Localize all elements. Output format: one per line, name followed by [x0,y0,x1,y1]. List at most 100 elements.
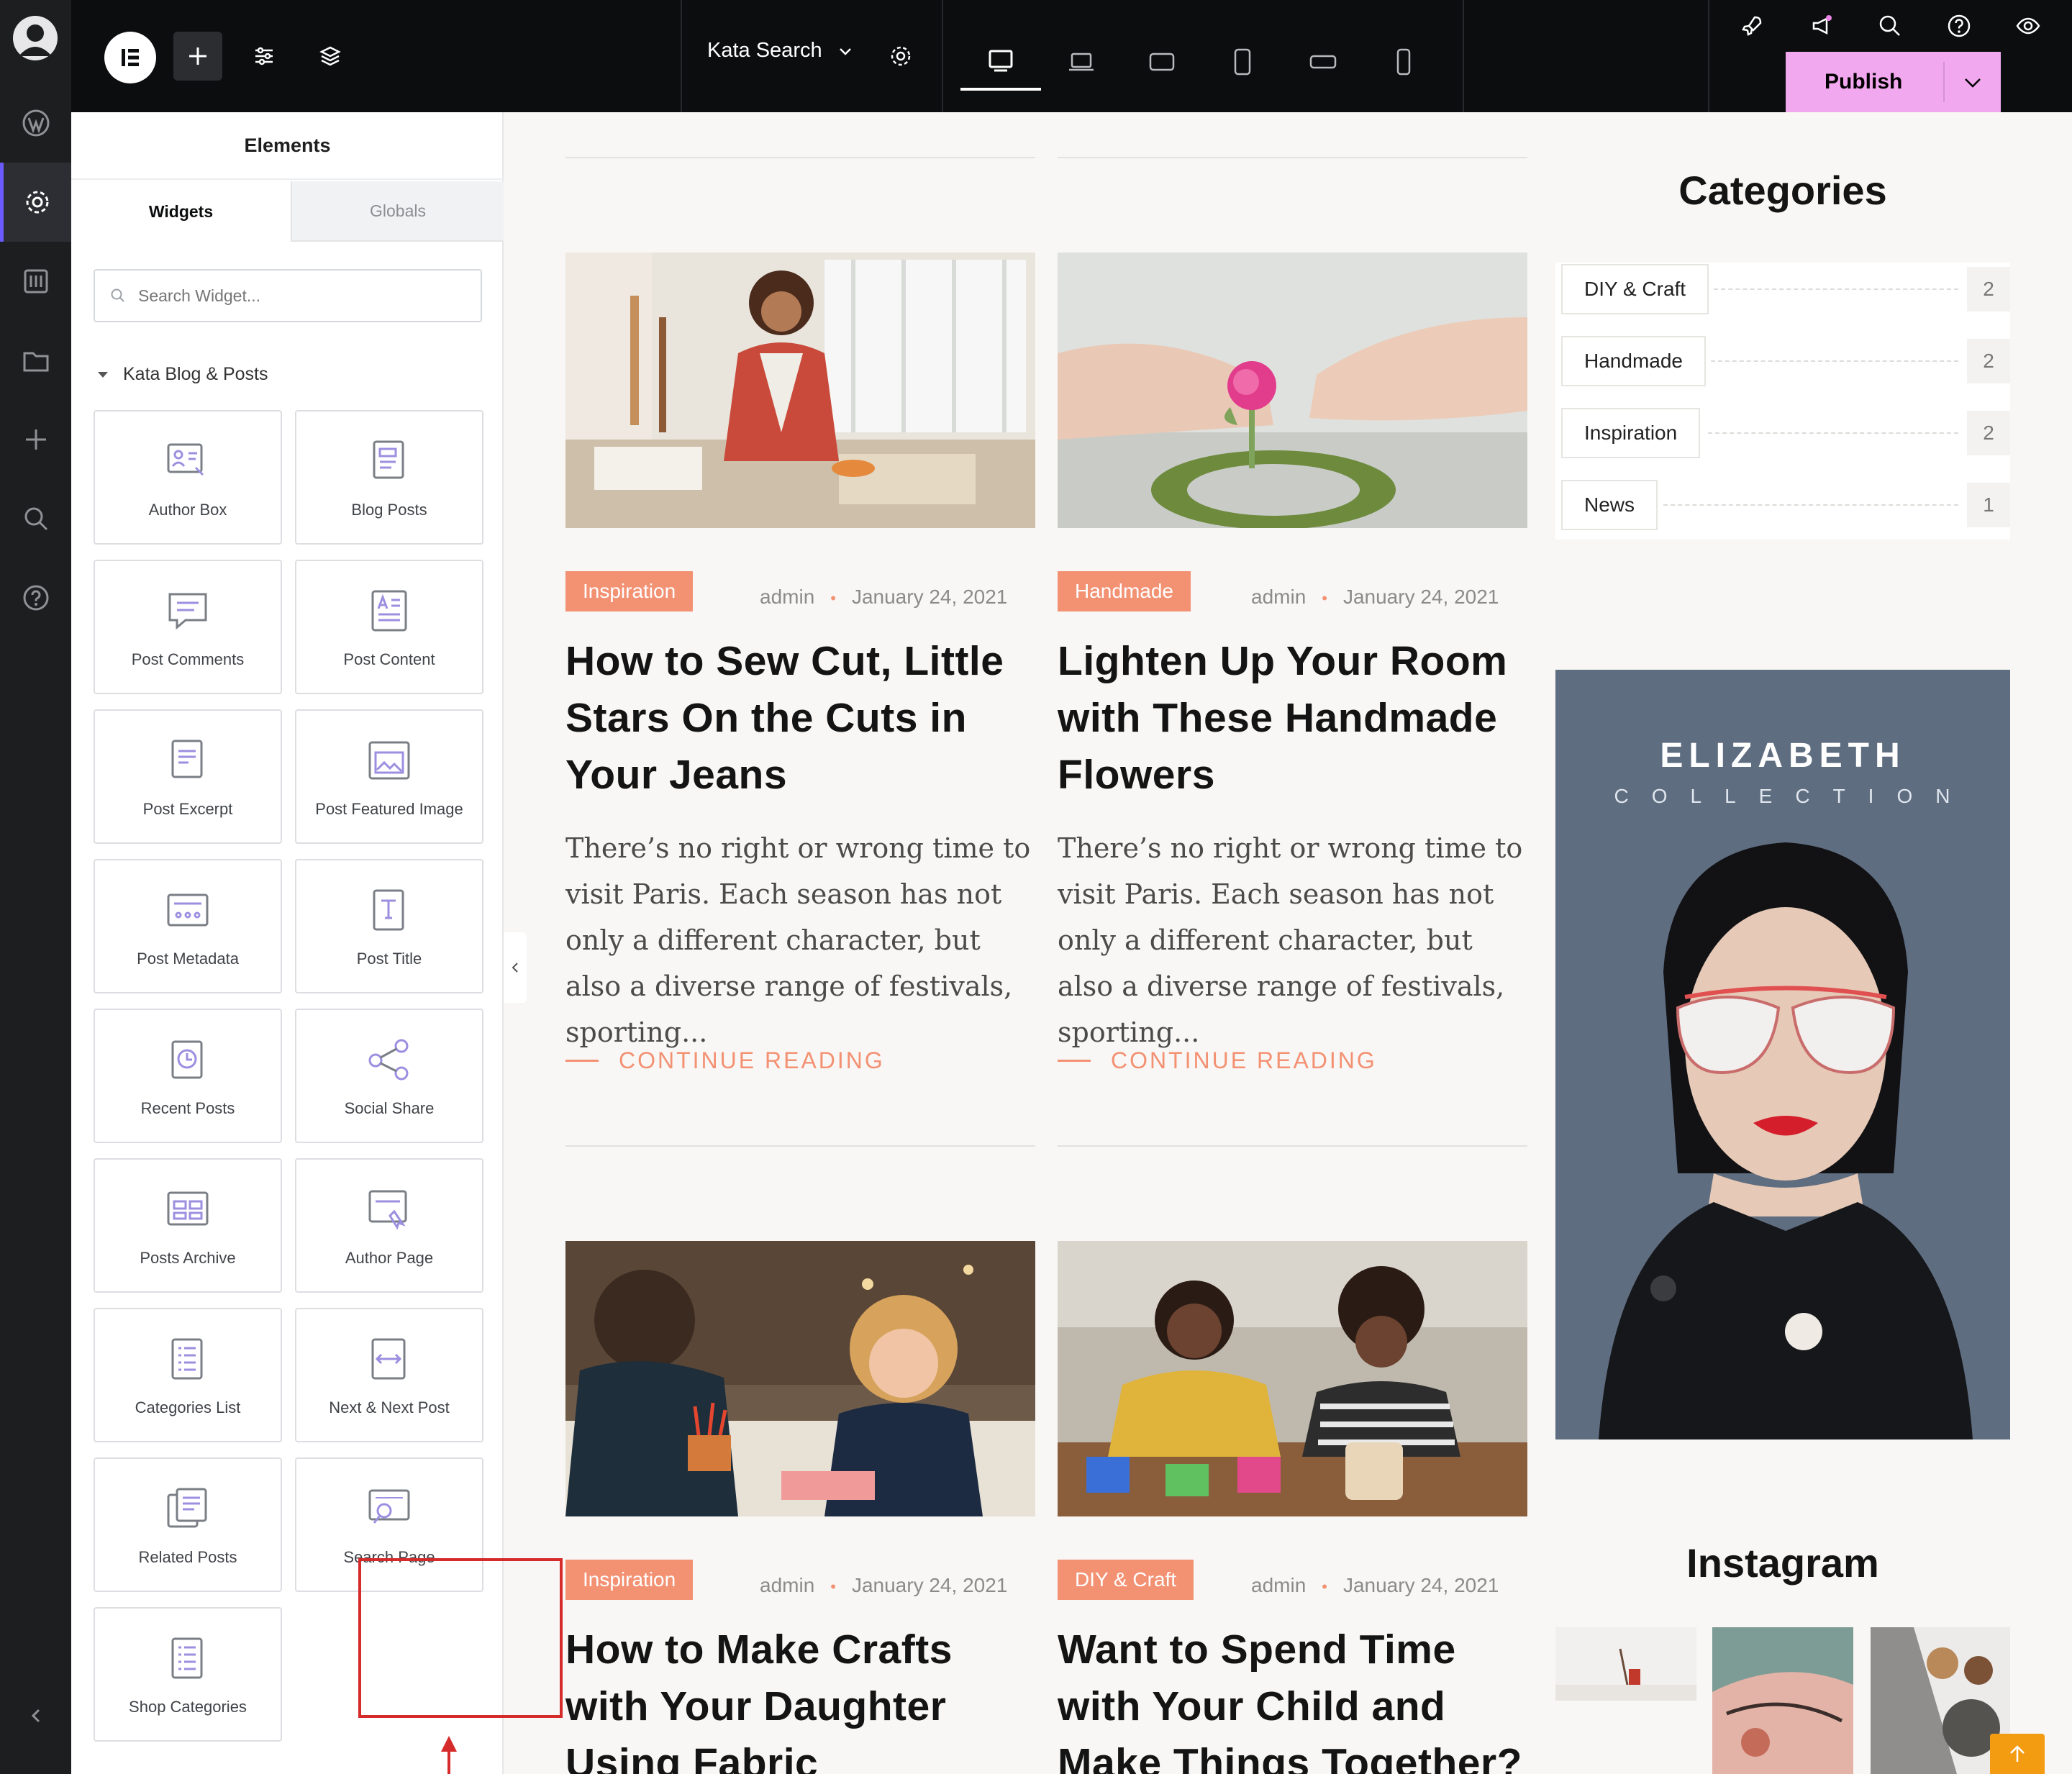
divider [1463,0,1464,112]
help-circle-icon[interactable] [1935,1,1984,50]
post-author[interactable]: admin [760,1574,814,1596]
widget-author-page[interactable]: Author Page [295,1158,483,1293]
categories-list: DIY & Craft 2 Handmade 2 Inspiration 2 N… [1555,263,2010,540]
structure-icon[interactable] [0,242,71,321]
shop-categories-icon [171,1637,203,1679]
instagram-photo[interactable] [1712,1627,1853,1774]
continue-reading-link[interactable]: CONTINUE READING [565,1047,885,1074]
caret-down-icon [98,371,108,378]
widget-label: Posts Archive [140,1249,236,1267]
widget-label: Recent Posts [140,1099,235,1117]
widget-label: Blog Posts [351,501,427,519]
tablet-portrait-view-icon[interactable] [1202,33,1283,91]
finder-search-icon[interactable] [1866,1,1914,50]
post-image[interactable] [1058,253,1527,528]
category-header[interactable]: Kata Blog & Posts [96,364,268,385]
widget-post-content[interactable]: Post Content [295,560,483,694]
help-icon[interactable] [0,558,71,637]
widget-related-posts[interactable]: Related Posts [94,1457,282,1592]
post-image[interactable] [1058,1241,1527,1516]
category-name[interactable]: News [1561,480,1658,530]
publish-button[interactable]: Publish [1786,52,2001,112]
category-tag[interactable]: Inspiration [565,1560,694,1600]
collapse-panel-button[interactable] [504,932,527,1003]
add-element-button[interactable] [173,32,222,81]
category-item[interactable]: Handmade 2 [1555,336,2010,386]
widget-next-post[interactable]: Next & Next Post [295,1308,483,1442]
post-meta: admin • January 24, 2021 [760,586,1008,608]
post-image[interactable] [565,253,1035,528]
elementor-logo[interactable] [104,32,156,83]
category-name[interactable]: DIY & Craft [1561,264,1709,314]
category-tag[interactable]: DIY & Craft [1058,1560,1194,1600]
tab-widgets[interactable]: Widgets [71,181,291,242]
layers-icon[interactable] [306,32,355,81]
widget-categories-list[interactable]: Categories List [94,1308,282,1442]
dotted-leader [1711,360,1958,362]
back-to-top-button[interactable] [1990,1734,2045,1774]
collapse-rail-icon[interactable] [0,1676,71,1755]
page-settings-icon[interactable] [876,32,925,81]
post-title[interactable]: How to Sew Cut, Little Stars On the Cuts… [565,633,1040,804]
category-name[interactable]: Inspiration [1561,408,1701,458]
category-name[interactable]: Handmade [1561,336,1706,386]
category-item[interactable]: Inspiration 2 [1555,408,2010,458]
laptop-view-icon[interactable] [1041,33,1122,91]
post-image[interactable] [565,1241,1035,1516]
preview-eye-icon[interactable] [2004,1,2053,50]
continue-reading-link[interactable]: CONTINUE READING [1058,1047,1377,1074]
add-icon[interactable] [0,400,71,479]
tablet-landscape-view-icon[interactable] [1122,33,1202,91]
post-title[interactable]: Lighten Up Your Room with These Handmade… [1058,633,1532,804]
chevron-down-icon[interactable] [1960,70,1985,95]
category-item[interactable]: News 1 [1555,480,2010,530]
widget-shop-categories[interactable]: Shop Categories [94,1607,282,1742]
site-settings-icon[interactable] [0,163,71,242]
widget-post-excerpt[interactable]: Post Excerpt [94,709,282,844]
author-box-icon [167,443,204,476]
search-input[interactable] [138,286,455,306]
folder-icon[interactable] [0,321,71,400]
category-item[interactable]: DIY & Craft 2 [1555,264,2010,314]
mobile-view-icon[interactable] [1363,33,1444,91]
widget-post-comments[interactable]: Post Comments [94,560,282,694]
user-avatar[interactable] [13,16,58,60]
category-tag[interactable]: Handmade [1058,571,1191,611]
post-author[interactable]: admin [760,586,814,608]
post-author[interactable]: admin [1251,1574,1306,1596]
widget-author-box[interactable]: Author Box [94,410,282,545]
post-title[interactable]: Want to Spend Time with Your Child and M… [1058,1621,1532,1774]
widget-blog-posts[interactable]: Blog Posts [295,410,483,545]
widget-social-share[interactable]: Social Share [295,1009,483,1143]
post-author[interactable]: admin [1251,586,1306,608]
widget-post-title[interactable]: Post Title [295,859,483,993]
widget-label: Social Share [344,1099,435,1117]
announcements-icon[interactable] [1796,1,1845,50]
instagram-photo[interactable] [1555,1627,1696,1701]
widget-posts-archive[interactable]: Posts Archive [94,1158,282,1293]
divider [1708,0,1709,112]
desktop-view-icon[interactable] [960,33,1041,91]
post-title[interactable]: How to Make Crafts with Your Daughter Us… [565,1621,1040,1774]
post-date: January 24, 2021 [851,586,1008,608]
instagram-photo[interactable] [1871,1627,2010,1774]
post-metadata-icon [167,893,209,927]
widget-post-metadata[interactable]: Post Metadata [94,859,282,993]
rocket-icon[interactable] [1727,1,1776,50]
post-content-icon [371,590,407,632]
divider [1058,157,1527,158]
divider [565,1145,1035,1147]
highlight-box [358,1558,563,1718]
mobile-landscape-view-icon[interactable] [1283,33,1363,91]
tab-globals[interactable]: Globals [291,181,504,242]
widget-recent-posts[interactable]: Recent Posts [94,1009,282,1143]
settings-sliders-icon[interactable] [240,32,288,81]
widget-search[interactable] [94,269,482,322]
wordpress-icon[interactable] [0,83,71,163]
blog-posts-icon [373,440,404,479]
search-icon[interactable] [0,479,71,558]
document-title[interactable]: Kata Search [707,39,854,63]
category-tag[interactable]: Inspiration [565,571,694,611]
widget-post-featured-image[interactable]: Post Featured Image [295,709,483,844]
ad-banner[interactable]: ELIZABETH COLLECTION [1555,670,2010,1439]
